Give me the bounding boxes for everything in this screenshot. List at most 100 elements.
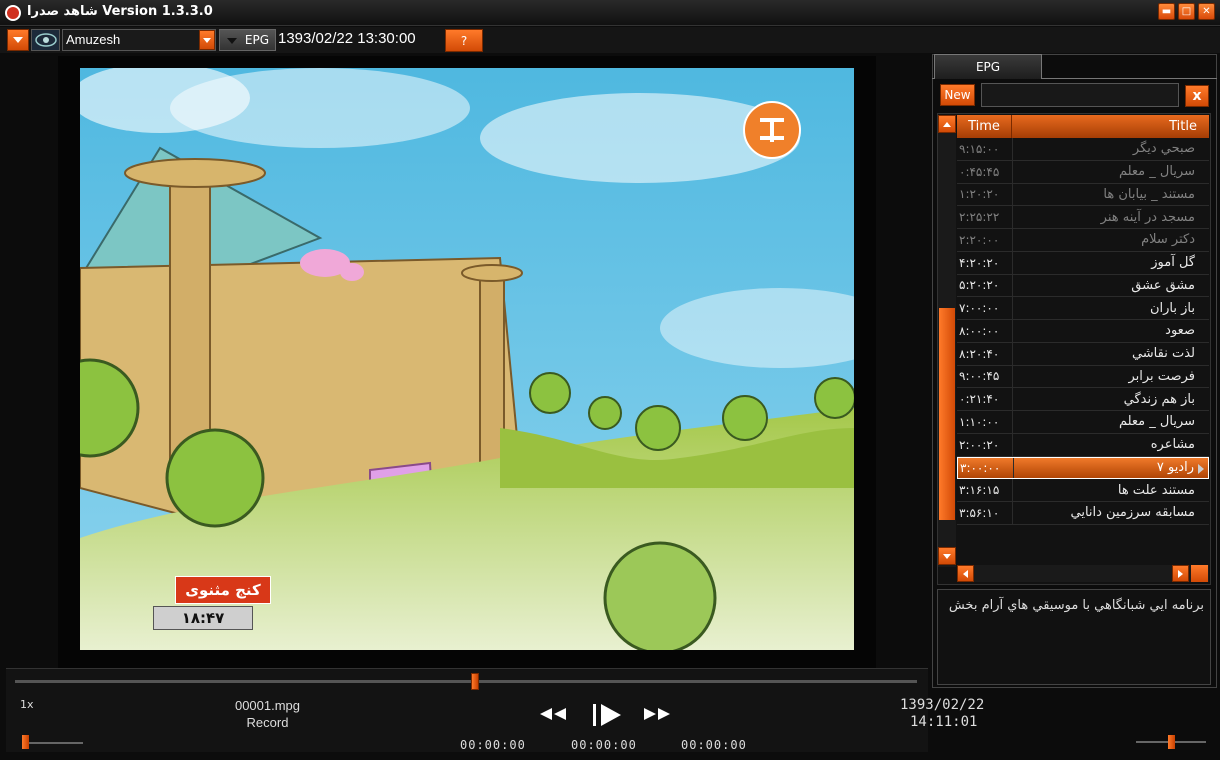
- channel-dropdown-arrow[interactable]: [199, 30, 215, 50]
- tab-epg[interactable]: EPG: [934, 54, 1042, 79]
- epg-row-time: ۸:۰۰:۰۰: [959, 323, 1000, 338]
- epg-row-time: ۲:۲۰:۰۰: [959, 232, 1000, 247]
- epg-row-title: باز هم زندگي: [1012, 388, 1209, 410]
- column-header-time[interactable]: Time: [957, 115, 1012, 138]
- play-icon: [593, 704, 621, 726]
- epg-row[interactable]: ۴:۲۰:۲۰ گل آموز: [957, 251, 1209, 275]
- vertical-scrollbar[interactable]: [938, 115, 956, 567]
- epg-row[interactable]: ۲:۰۰:۲۰ مشاعره: [957, 433, 1209, 457]
- program-description: برنامه ايي شبانگاهي با موسيقي هاي آرام ب…: [937, 589, 1211, 685]
- epg-row[interactable]: ۲:۲۵:۲۲ مسجد در آينه هنر: [957, 206, 1209, 229]
- scroll-up-button[interactable]: [938, 115, 956, 133]
- epg-row-title: لذت نقاشي: [1012, 342, 1209, 365]
- fast-forward-button[interactable]: [638, 702, 676, 726]
- channel-select[interactable]: Amuzesh: [62, 29, 216, 51]
- epg-row-title: راديو ۷: [1013, 457, 1208, 479]
- record-label[interactable]: Record: [210, 715, 325, 730]
- epg-row[interactable]: ۷:۰۰:۰۰ باز باران: [957, 297, 1209, 320]
- channel-value: Amuzesh: [66, 32, 121, 47]
- column-header-title[interactable]: Title: [1012, 115, 1209, 138]
- speed-slider-thumb[interactable]: [22, 735, 30, 749]
- epg-button-label: EPG: [244, 33, 269, 47]
- clear-search-button[interactable]: x: [1185, 85, 1209, 107]
- epg-row-title: مستند _ بيابان ها: [1012, 183, 1209, 206]
- epg-row[interactable]: ۹:۱۵:۰۰ صبحي ديگر: [957, 138, 1209, 161]
- epg-row[interactable]: ۸:۰۰:۰۰ صعود: [957, 320, 1209, 343]
- video-picture: [80, 68, 854, 650]
- program-clock-overlay: ۱۸:۴۷: [153, 606, 253, 630]
- seek-thumb[interactable]: [471, 673, 480, 690]
- rewind-icon: [540, 708, 566, 720]
- epg-row-time: ۹:۰۰:۴۵: [959, 369, 1000, 384]
- new-button[interactable]: New: [940, 84, 975, 106]
- chevron-down-icon: [13, 37, 23, 43]
- epg-row[interactable]: ۱:۱۰:۰۰ سريال _ معلم: [957, 411, 1209, 434]
- app-icon[interactable]: [5, 5, 21, 21]
- menu-dropdown-button[interactable]: [7, 29, 29, 51]
- epg-row-title: سريال _ معلم: [1012, 160, 1209, 183]
- epg-row-time: ۵:۲۰:۲۰: [959, 278, 1000, 293]
- epg-row[interactable]: ۹:۰۰:۴۵ فرصت برابر: [957, 365, 1209, 389]
- epg-row-title: مشاعره: [1012, 433, 1209, 456]
- epg-row-title: مستند علت ها: [1012, 479, 1209, 501]
- epg-row-title: سريال _ معلم: [1012, 411, 1209, 433]
- help-button[interactable]: ?: [445, 29, 483, 52]
- epg-row[interactable]: ۳:۱۶:۱۵ مستند علت ها: [957, 479, 1209, 502]
- epg-row-time: ۸:۲۰:۴۰: [959, 346, 1000, 361]
- scroll-left-button[interactable]: [957, 565, 974, 582]
- epg-row[interactable]: ۳:۵۶:۱۰ مسابقه سرزمين دانايي: [957, 502, 1209, 525]
- epg-row[interactable]: ۵:۲۰:۲۰ مشق عشق: [957, 274, 1209, 298]
- epg-row-title: مسجد در آينه هنر: [1012, 206, 1209, 228]
- maximize-button[interactable]: □: [1178, 3, 1195, 20]
- epg-row[interactable]: ۰:۴۵:۴۵ سريال _ معلم: [957, 160, 1209, 184]
- clock-time: 14:11:01: [910, 714, 978, 730]
- epg-rows: ۹:۱۵:۰۰ صبحي ديگر ۰:۴۵:۴۵ سريال _ معلم ۱:۲۰:…: [957, 138, 1209, 525]
- horizontal-scrollbar[interactable]: [957, 565, 1209, 582]
- epg-list-header: Time Title: [957, 115, 1209, 138]
- seek-track[interactable]: [15, 680, 917, 683]
- speed-slider-track[interactable]: [22, 742, 83, 744]
- vertical-scroll-thumb[interactable]: [939, 308, 955, 520]
- epg-row[interactable]: ۸:۲۰:۴۰ لذت نقاشي: [957, 342, 1209, 366]
- maximize-icon: □: [1181, 5, 1192, 17]
- epg-search-input[interactable]: [981, 83, 1179, 107]
- selected-row-marker-icon: [1198, 464, 1204, 474]
- epg-row-title: دكتر سلام: [1012, 229, 1209, 251]
- play-button[interactable]: [587, 699, 627, 731]
- epg-toggle-button[interactable]: EPG: [219, 29, 276, 51]
- epg-row-time: ۳:۰۰:۰۰: [960, 460, 1001, 475]
- epg-row[interactable]: ۲:۲۰:۰۰ دكتر سلام: [957, 229, 1209, 252]
- timecode-end: 00:00:00: [681, 738, 747, 752]
- rewind-button[interactable]: [534, 702, 572, 726]
- epg-row-title: فرصت برابر: [1012, 365, 1209, 388]
- chevron-up-icon: [943, 121, 951, 127]
- scroll-right-button[interactable]: [1172, 565, 1189, 582]
- close-window-button[interactable]: ✕: [1198, 3, 1215, 20]
- epg-row[interactable]: ۰:۲۱:۴۰ باز هم زندگي: [957, 388, 1209, 411]
- epg-row-title: باز باران: [1012, 297, 1209, 319]
- epg-row-time: ۳:۵۶:۱۰: [959, 505, 1000, 520]
- epg-row-time: ۴:۲۰:۲۰: [959, 255, 1000, 270]
- epg-row[interactable]: ۱:۲۰:۲۰ مستند _ بيابان ها: [957, 183, 1209, 207]
- file-name: 00001.mpg: [234, 698, 301, 713]
- epg-row-time: ۰:۴۵:۴۵: [959, 164, 1000, 179]
- epg-row[interactable]: ۳:۰۰:۰۰ راديو ۷: [957, 456, 1209, 480]
- volume-slider-thumb[interactable]: [1168, 735, 1175, 749]
- epg-row-time: ۷:۰۰:۰۰: [959, 301, 1000, 316]
- epg-row-time: ۹:۱۵:۰۰: [959, 141, 1000, 156]
- epg-row-title: مسابقه سرزمين دانايي: [1012, 502, 1209, 524]
- horizontal-scroll-thumb[interactable]: [1191, 565, 1208, 582]
- epg-row-title: صعود: [1012, 320, 1209, 342]
- clock-date: 1393/02/22: [900, 697, 985, 713]
- chevron-down-icon: [203, 37, 211, 43]
- epg-row-time: ۳:۱۶:۱۵: [959, 483, 1000, 498]
- fast-forward-icon: [644, 708, 670, 720]
- minimize-button[interactable]: ▬: [1158, 3, 1175, 20]
- window-title: شاهد صدرا Version 1.3.3.0: [27, 4, 213, 19]
- scroll-down-button[interactable]: [938, 547, 956, 565]
- minimize-icon: ▬: [1161, 5, 1172, 17]
- video-frame[interactable]: کنج مثنوی ۱۸:۴۷: [80, 68, 854, 650]
- timecode-current: 00:00:00: [571, 738, 637, 752]
- program-title-overlay: کنج مثنوی: [175, 576, 271, 604]
- epg-row-time: ۲:۰۰:۲۰: [959, 437, 1000, 452]
